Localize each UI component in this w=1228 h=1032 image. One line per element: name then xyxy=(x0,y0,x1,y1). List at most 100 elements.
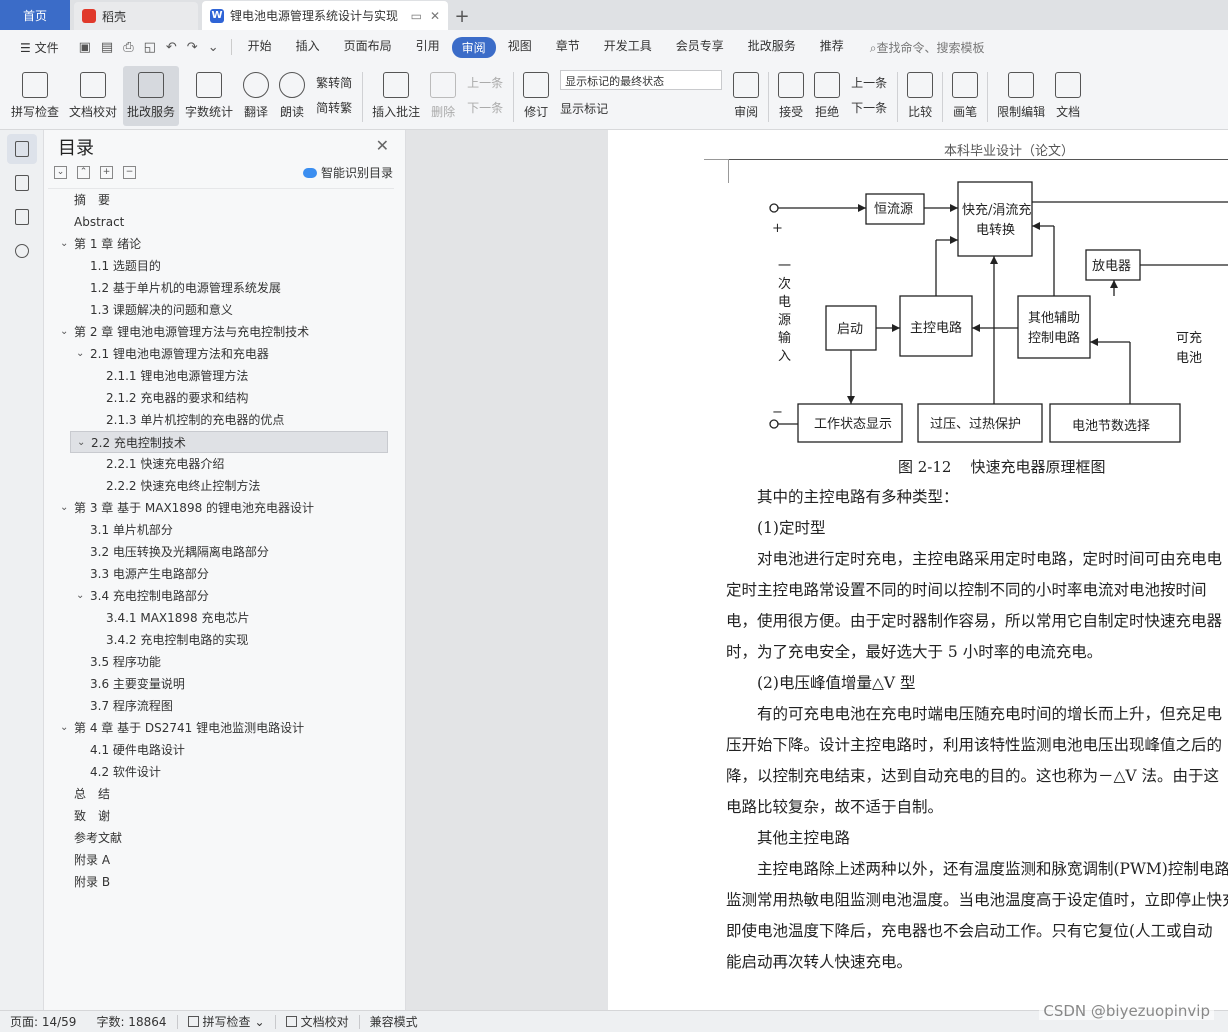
command-search[interactable]: ⌕查找命令、搜索模板 xyxy=(856,39,985,56)
wordcount-button[interactable]: 字数统计 xyxy=(181,66,237,126)
revise-button[interactable]: 修订 xyxy=(519,66,553,126)
delete-comment-button[interactable]: 删除 xyxy=(426,66,460,126)
toc-item[interactable]: ⌄ 2.1 锂电池电源管理方法和充电器 xyxy=(48,343,394,365)
prev-revision-button[interactable]: 上一条 xyxy=(851,74,887,91)
close-tab-icon[interactable]: ✕ xyxy=(430,9,440,23)
toc-item[interactable]: ⌄ 2.2 充电控制技术 xyxy=(70,431,388,453)
toc-item[interactable]: 摘 要 xyxy=(48,189,394,211)
menu-item-7[interactable]: 开发工具 xyxy=(592,37,664,58)
chevron-down-icon[interactable]: ⌄ xyxy=(60,497,68,519)
chevron-down-icon[interactable]: ⌄ xyxy=(76,343,84,365)
chevron-down-icon[interactable]: ⌄ xyxy=(60,233,68,255)
toc-item[interactable]: 附录 A xyxy=(48,849,394,871)
to-traditional-button[interactable]: 繁转简 xyxy=(316,74,352,91)
toc-item[interactable]: 附录 B xyxy=(48,871,394,893)
reject-button[interactable]: 拒绝 xyxy=(810,66,844,126)
spellcheck-button[interactable]: 拼写检查 xyxy=(7,66,63,126)
tab-docer[interactable]: 稻壳 xyxy=(74,2,198,30)
spellcheck-toggle[interactable]: 拼写检查 ⌄ xyxy=(178,1013,275,1030)
doc-permission-button[interactable]: 文档 xyxy=(1051,66,1085,126)
menu-item-9[interactable]: 批改服务 xyxy=(736,37,808,58)
menu-item-8[interactable]: 会员专享 xyxy=(664,37,736,58)
restrict-edit-button[interactable]: 限制编辑 xyxy=(993,66,1049,126)
redo-icon[interactable]: ↷ xyxy=(187,40,198,55)
toc-item[interactable]: 2.1.1 锂电池电源管理方法 xyxy=(48,365,394,387)
pen-button[interactable]: 画笔 xyxy=(948,66,982,126)
doccheck-button[interactable]: 文档校对 xyxy=(65,66,121,126)
toc-item[interactable]: 总 结 xyxy=(48,783,394,805)
toc-item[interactable]: 1.3 课题解决的问题和意义 xyxy=(48,299,394,321)
dropdown-chevron-icon[interactable]: ⌄ xyxy=(208,40,219,55)
doccheck-status[interactable]: 文档校对 xyxy=(276,1013,359,1030)
toc-item[interactable]: 4.1 硬件电路设计 xyxy=(48,739,394,761)
toc-item[interactable]: 1.2 基于单片机的电源管理系统发展 xyxy=(48,277,394,299)
preview-icon[interactable]: ◱ xyxy=(144,40,156,55)
menu-item-6[interactable]: 章节 xyxy=(544,37,592,58)
toc-item[interactable]: ⌄ 第 1 章 绪论 xyxy=(48,233,394,255)
undo-icon[interactable]: ↶ xyxy=(166,40,177,55)
add-heading-icon[interactable]: + xyxy=(100,166,113,179)
menu-item-10[interactable]: 推荐 xyxy=(808,37,856,58)
toc-item[interactable]: 参考文献 xyxy=(48,827,394,849)
chevron-down-icon[interactable]: ⌄ xyxy=(76,585,84,607)
tab-document[interactable]: W 锂电池电源管理系统设计与实现 ▭ ✕ xyxy=(202,1,448,30)
chevron-down-icon[interactable]: ⌄ xyxy=(60,717,68,739)
toc-item[interactable]: 2.1.2 充电器的要求和结构 xyxy=(48,387,394,409)
collapse-all-icon[interactable]: ⌄ xyxy=(54,166,67,179)
smart-toc-button[interactable]: 智能识别目录 xyxy=(302,164,393,181)
export-icon[interactable]: ▤ xyxy=(101,40,113,55)
toc-item[interactable]: ⌄ 3.4 充电控制电路部分 xyxy=(48,585,394,607)
toc-item[interactable]: ⌄ 第 2 章 锂电池电源管理方法与充电控制技术 xyxy=(48,321,394,343)
toc-item[interactable]: 1.1 选题目的 xyxy=(48,255,394,277)
menu-item-1[interactable]: 插入 xyxy=(284,37,332,58)
close-icon[interactable]: ✕ xyxy=(376,136,389,155)
menu-item-5[interactable]: 视图 xyxy=(496,37,544,58)
toc-item[interactable]: 4.2 软件设计 xyxy=(48,761,394,783)
toc-item[interactable]: 2.1.3 单片机控制的充电器的优点 xyxy=(48,409,394,431)
correction-service-button[interactable]: 批改服务 xyxy=(123,66,180,126)
remove-heading-icon[interactable]: − xyxy=(123,166,136,179)
monitor-icon[interactable]: ▭ xyxy=(411,9,422,23)
toc-item[interactable]: 3.4.1 MAX1898 充电芯片 xyxy=(48,607,394,629)
toc-item[interactable]: 3.6 主要变量说明 xyxy=(48,673,394,695)
expand-all-icon[interactable]: ⌃ xyxy=(77,166,90,179)
toc-item[interactable]: 3.5 程序功能 xyxy=(48,651,394,673)
insert-comment-button[interactable]: 插入批注 xyxy=(368,66,424,126)
document-page[interactable]: 本科毕业设计（论文） + − 一 次 电 源 输 入 恒流源 快充/涓流充 电转… xyxy=(608,130,1228,1010)
compare-button[interactable]: 比较 xyxy=(903,66,937,126)
translate-button[interactable]: 翻译 xyxy=(239,66,273,126)
new-tab-button[interactable]: + xyxy=(448,2,476,30)
toc-item[interactable]: 2.2.2 快速充电终止控制方法 xyxy=(48,475,394,497)
search-button[interactable] xyxy=(7,236,37,266)
show-markup-button[interactable]: 显示标记 xyxy=(560,100,722,117)
toc-item[interactable]: ⌄ 第 4 章 基于 DS2741 锂电池监测电路设计 xyxy=(48,717,394,739)
tab-home[interactable]: 首页 xyxy=(0,0,70,30)
print-icon[interactable]: ⎙ xyxy=(123,40,133,55)
toc-item[interactable]: 3.7 程序流程图 xyxy=(48,695,394,717)
markup-state-select[interactable]: 显示标记的最终状态 xyxy=(560,70,723,90)
toc-item[interactable]: 2.2.1 快速充电器介绍 xyxy=(48,453,394,475)
chapter-nav-button[interactable] xyxy=(7,168,37,198)
prev-comment-button[interactable]: 上一条 xyxy=(467,74,503,91)
next-revision-button[interactable]: 下一条 xyxy=(851,99,887,116)
toc-item[interactable]: 3.1 单片机部分 xyxy=(48,519,394,541)
toc-item[interactable]: 3.2 电压转换及光耦隔离电路部分 xyxy=(48,541,394,563)
menu-item-4[interactable]: 审阅 xyxy=(451,36,496,58)
next-comment-button[interactable]: 下一条 xyxy=(467,99,503,116)
menu-item-0[interactable]: 开始 xyxy=(236,37,284,58)
accept-button[interactable]: 接受 xyxy=(774,66,808,126)
chevron-down-icon[interactable]: ⌄ xyxy=(60,321,68,343)
bookmark-button[interactable] xyxy=(7,202,37,232)
toc-item[interactable]: ⌄ 第 3 章 基于 MAX1898 的锂电池充电器设计 xyxy=(48,497,394,519)
read-aloud-button[interactable]: 朗读 xyxy=(275,66,309,126)
file-menu[interactable]: ☰ 文件 xyxy=(8,39,71,56)
to-simplified-button[interactable]: 简转繁 xyxy=(316,99,352,116)
toc-panel-button[interactable] xyxy=(7,134,37,164)
toc-item[interactable]: Abstract xyxy=(48,211,394,233)
menu-item-2[interactable]: 页面布局 xyxy=(332,37,404,58)
review-pane-button[interactable]: 审阅 xyxy=(729,66,763,126)
toc-item[interactable]: 3.4.2 充电控制电路的实现 xyxy=(48,629,394,651)
toc-item[interactable]: 3.3 电源产生电路部分 xyxy=(48,563,394,585)
save-icon[interactable]: ▣ xyxy=(79,40,91,55)
page-indicator[interactable]: 页面: 14/59 xyxy=(0,1013,86,1030)
